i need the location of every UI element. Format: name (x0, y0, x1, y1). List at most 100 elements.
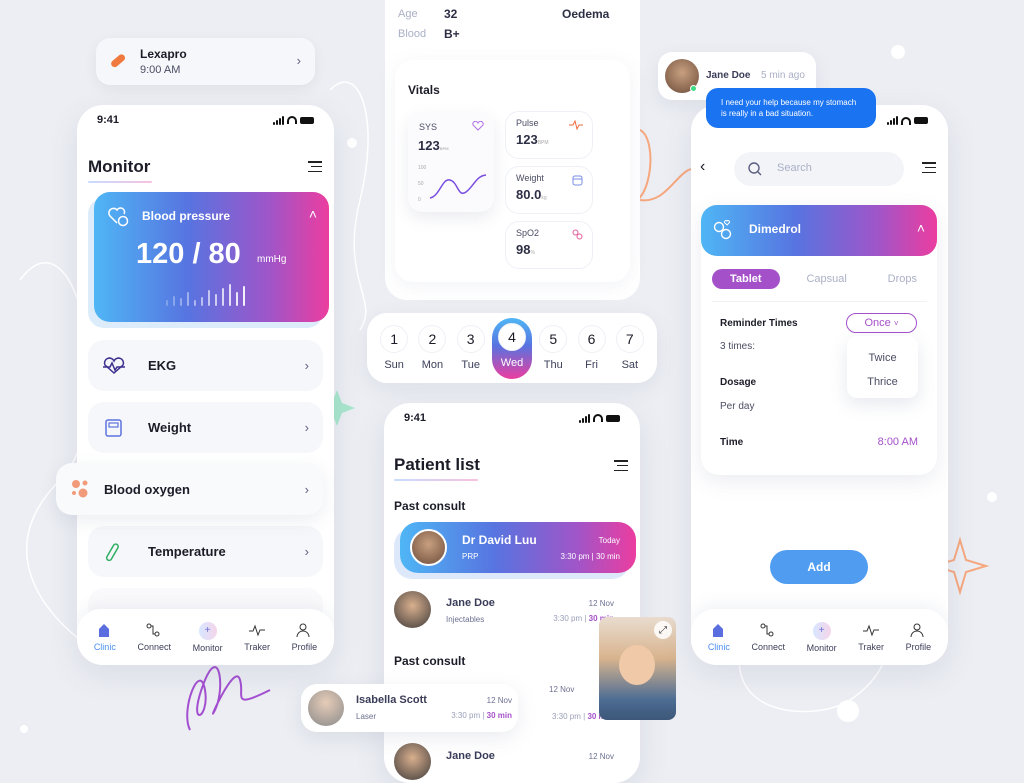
patient-name: Jane Doe (446, 597, 495, 609)
section-heading: Past consult (394, 499, 466, 513)
nav-clinic[interactable]: Clinic (708, 623, 730, 652)
monitor-item-ekg[interactable]: EKG › (88, 340, 323, 391)
tab-tablet[interactable]: Tablet (712, 269, 780, 289)
video-call-thumbnail[interactable]: ⤢ (599, 617, 676, 720)
blood-pressure-card[interactable]: Blood pressure ˄ 120 / 80 mmHg (94, 192, 329, 322)
nav-profile[interactable]: Profile (292, 623, 317, 652)
day-number: 7 (615, 325, 644, 353)
nav-traker[interactable]: Traker (858, 623, 884, 652)
patient-row-highlighted[interactable]: Dr David Luu PRP Today 3:30 pm | 30 min (400, 522, 636, 573)
expand-icon[interactable]: ⤢ (654, 621, 672, 639)
day-number: 2 (418, 325, 447, 353)
reminder-dropdown[interactable]: Once ˅ (846, 313, 917, 333)
waveform-bar (208, 290, 210, 306)
time-value[interactable]: 8:00 AM (878, 436, 918, 448)
dropdown-value: Once (864, 317, 891, 329)
medication-header[interactable]: Dimedrol ˄ (701, 205, 937, 256)
search-input[interactable]: Search (734, 152, 904, 186)
monitor-item-blood-oxygen[interactable]: Blood oxygen › (56, 463, 323, 515)
nav-monitor[interactable]: + Monitor (807, 621, 837, 653)
calendar-day[interactable]: 7 Sat (613, 325, 647, 371)
status-time: 9:41 (97, 114, 120, 126)
vitals-panel: Vitals SYS 123BPM 100 50 0 Pulse 123BPM We… (395, 60, 630, 282)
day-number: 6 (577, 325, 606, 353)
patient-row[interactable]: Jane DoeInjectables 12 Nov3:30 pm | 30 m… (394, 591, 614, 631)
menu-icon[interactable] (308, 161, 322, 172)
vital-weight-card[interactable]: Weight 80.0kg (505, 166, 593, 214)
bottom-nav: Clinic Connect + Monitor Traker Profile (77, 609, 334, 665)
vital-pulse-card[interactable]: Pulse 123BPM (505, 111, 593, 159)
nav-profile[interactable]: Profile (906, 623, 931, 652)
add-button[interactable]: Add (770, 550, 868, 584)
waveform-bar (201, 297, 203, 306)
patient-row[interactable]: Jane Doe 12 Nov (394, 743, 614, 783)
nav-monitor[interactable]: + Monitor (193, 621, 223, 653)
item-label: Blood oxygen (104, 481, 190, 497)
patient-time: 3:30 pm (553, 614, 583, 623)
calendar-day[interactable]: 2 Mon (415, 325, 449, 371)
waveform-bar (243, 286, 245, 306)
vital-sys-card[interactable]: SYS 123BPM 100 50 0 (408, 112, 494, 212)
nav-clinic[interactable]: Clinic (94, 623, 116, 652)
ekg-heart-icon (103, 356, 125, 374)
time-label: Time (720, 437, 744, 448)
user-icon (296, 623, 310, 637)
blood-label: Blood (398, 28, 427, 40)
menu-icon[interactable] (614, 460, 628, 471)
dosage-label: Dosage (720, 377, 757, 388)
face (619, 645, 655, 685)
sys-trend-line (429, 174, 487, 199)
battery-icon (606, 414, 620, 422)
day-number: 1 (380, 325, 409, 353)
menu-icon[interactable] (922, 162, 936, 173)
form-tabs: Tablet Capsual Drops (712, 269, 927, 289)
chevron-up-icon[interactable]: ˄ (917, 220, 925, 236)
nav-connect[interactable]: Connect (751, 623, 785, 652)
back-icon[interactable]: ‹ (700, 158, 705, 176)
card-title: Blood pressure (142, 209, 231, 223)
section-heading: Past consult (394, 654, 466, 668)
patient-treatment: Injectables (446, 615, 485, 624)
avatar (410, 529, 447, 566)
waveform-bar (173, 296, 175, 306)
monitor-item-temperature[interactable]: Temperature › (88, 526, 323, 577)
day-name: Fri (585, 359, 598, 371)
calendar-day[interactable]: 3 Tue (454, 325, 488, 371)
chevron-down-icon: ˅ (893, 319, 899, 328)
page-title: Monitor (88, 157, 151, 176)
bottom-nav: Clinic Connect + Monitor Traker Profile (691, 609, 948, 665)
nav-traker[interactable]: Traker (244, 623, 270, 652)
calendar-day[interactable]: 6 Fri (575, 325, 609, 371)
plus-icon: + (812, 621, 831, 640)
calendar-day[interactable]: 1 Sun (377, 325, 411, 371)
calendar-day[interactable]: 5 Thu (536, 325, 570, 371)
patient-name: Jane Doe (446, 750, 495, 762)
chevron-up-icon[interactable]: ˄ (309, 206, 317, 222)
heart-pulse-icon (472, 121, 484, 131)
reminder-label: Reminder Times (720, 318, 798, 329)
patient-duration: 30 min (486, 711, 512, 720)
patient-date: 12 Nov (549, 685, 575, 694)
chat-message: I need your help because my stomach is r… (706, 88, 876, 128)
day-name: Sat (621, 359, 639, 371)
online-indicator (690, 85, 697, 92)
vital-unit: % (530, 250, 535, 256)
chat-sender: Jane Doe (706, 70, 751, 81)
patient-date: 12 Nov (588, 599, 614, 608)
monitor-item-weight[interactable]: Weight › (88, 402, 323, 453)
wifi-icon (593, 414, 603, 422)
vital-spo2-card[interactable]: SpO2 98% (505, 221, 593, 269)
nav-connect[interactable]: Connect (137, 623, 171, 652)
day-name: Thu (543, 359, 563, 371)
divider (712, 301, 927, 302)
tab-capsual[interactable]: Capsual (806, 273, 846, 285)
dropdown-option[interactable]: Twice (847, 346, 918, 370)
medication-reminder-card[interactable]: Lexapro 9:00 AM › (96, 38, 315, 85)
patient-duration: 30 min (595, 552, 620, 561)
dropdown-option[interactable]: Thrice (847, 370, 918, 394)
status-time: 9:41 (404, 412, 427, 424)
vital-value: 80.0 (516, 187, 542, 202)
tab-drops[interactable]: Drops (888, 273, 927, 285)
calendar-day-selected[interactable]: 4 Wed (491, 317, 532, 379)
patient-row-floating[interactable]: Isabella Scott Laser 12 Nov 3:30 pm | 30 m… (301, 684, 518, 732)
